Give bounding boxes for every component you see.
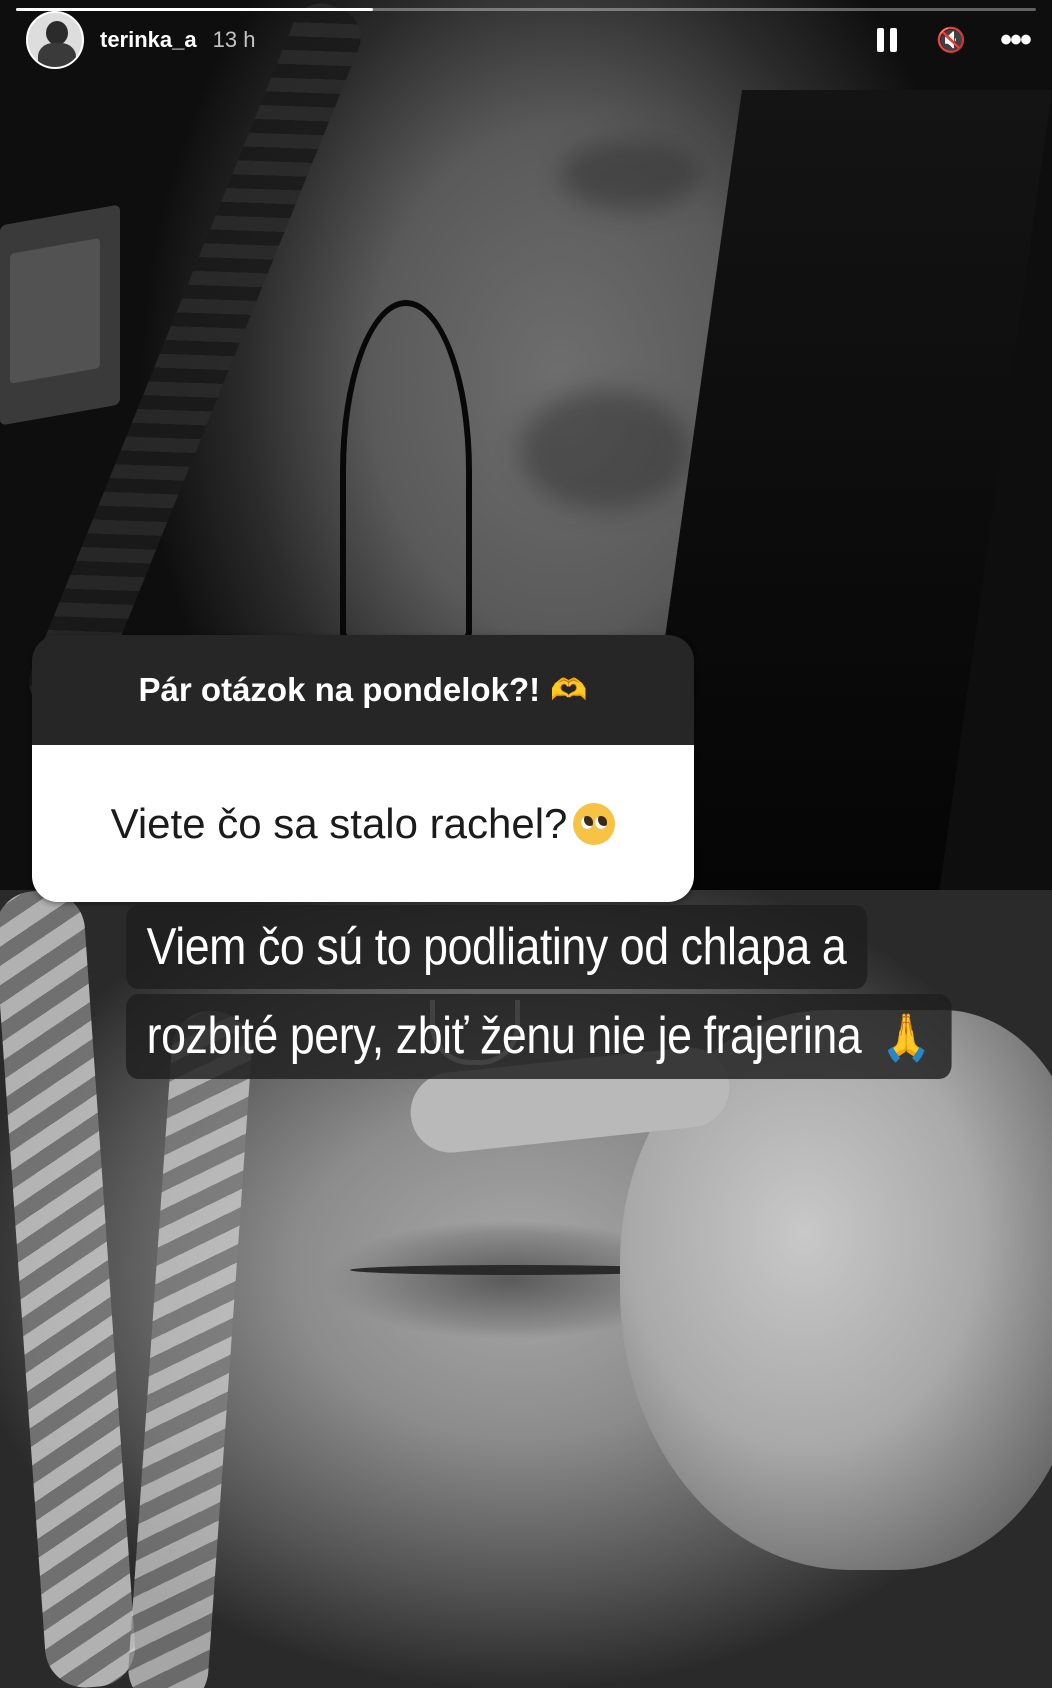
username[interactable]: terinka_a bbox=[100, 27, 197, 53]
more-options-icon: ••• bbox=[1000, 21, 1032, 59]
question-text: Viete čo sa stalo rachel? bbox=[110, 799, 568, 847]
avatar[interactable] bbox=[26, 11, 84, 69]
pause-icon bbox=[877, 28, 897, 52]
question-answer: Viete čo sa stalo rachel? bbox=[32, 745, 694, 902]
braid bbox=[125, 1008, 255, 1688]
caption-text-1: Viem čo sú to podliatiny od chlapa a bbox=[146, 918, 847, 976]
caption-line-1: Viem čo sú to podliatiny od chlapa a bbox=[126, 905, 867, 989]
bruise bbox=[520, 390, 690, 510]
caption-line-2: rozbité pery, zbiť ženu nie je frajerina… bbox=[126, 994, 952, 1079]
pause-button[interactable] bbox=[870, 23, 904, 57]
timestamp: 13 h bbox=[212, 27, 256, 52]
story-viewer[interactable]: terinka_a 13 h 🔇 ••• Pár otázok na ponde… bbox=[0, 0, 1052, 1688]
muted-speaker-icon: 🔇 bbox=[936, 26, 966, 54]
braid bbox=[0, 887, 138, 1688]
question-prompt: Pár otázok na pondelok?! 🫶 bbox=[32, 635, 694, 745]
heart-hands-icon: 🫶 bbox=[550, 673, 588, 707]
folded-hands-icon: 🙏 bbox=[881, 1011, 931, 1063]
question-sticker[interactable]: Pár otázok na pondelok?! 🫶 Viete čo sa s… bbox=[32, 635, 694, 902]
story-header: terinka_a 13 h 🔇 ••• bbox=[26, 10, 1032, 70]
question-prompt-text: Pár otázok na pondelok?! bbox=[138, 671, 541, 708]
story-controls: 🔇 ••• bbox=[870, 23, 1032, 57]
mute-button[interactable]: 🔇 bbox=[934, 23, 968, 57]
pleading-face-icon bbox=[573, 802, 616, 845]
more-options-button[interactable]: ••• bbox=[998, 23, 1032, 57]
tattoo bbox=[340, 300, 472, 642]
bruise bbox=[560, 140, 700, 210]
caption-text-2: rozbité pery, zbiť ženu nie je frajerina bbox=[146, 1007, 862, 1065]
light-switch bbox=[0, 204, 120, 426]
